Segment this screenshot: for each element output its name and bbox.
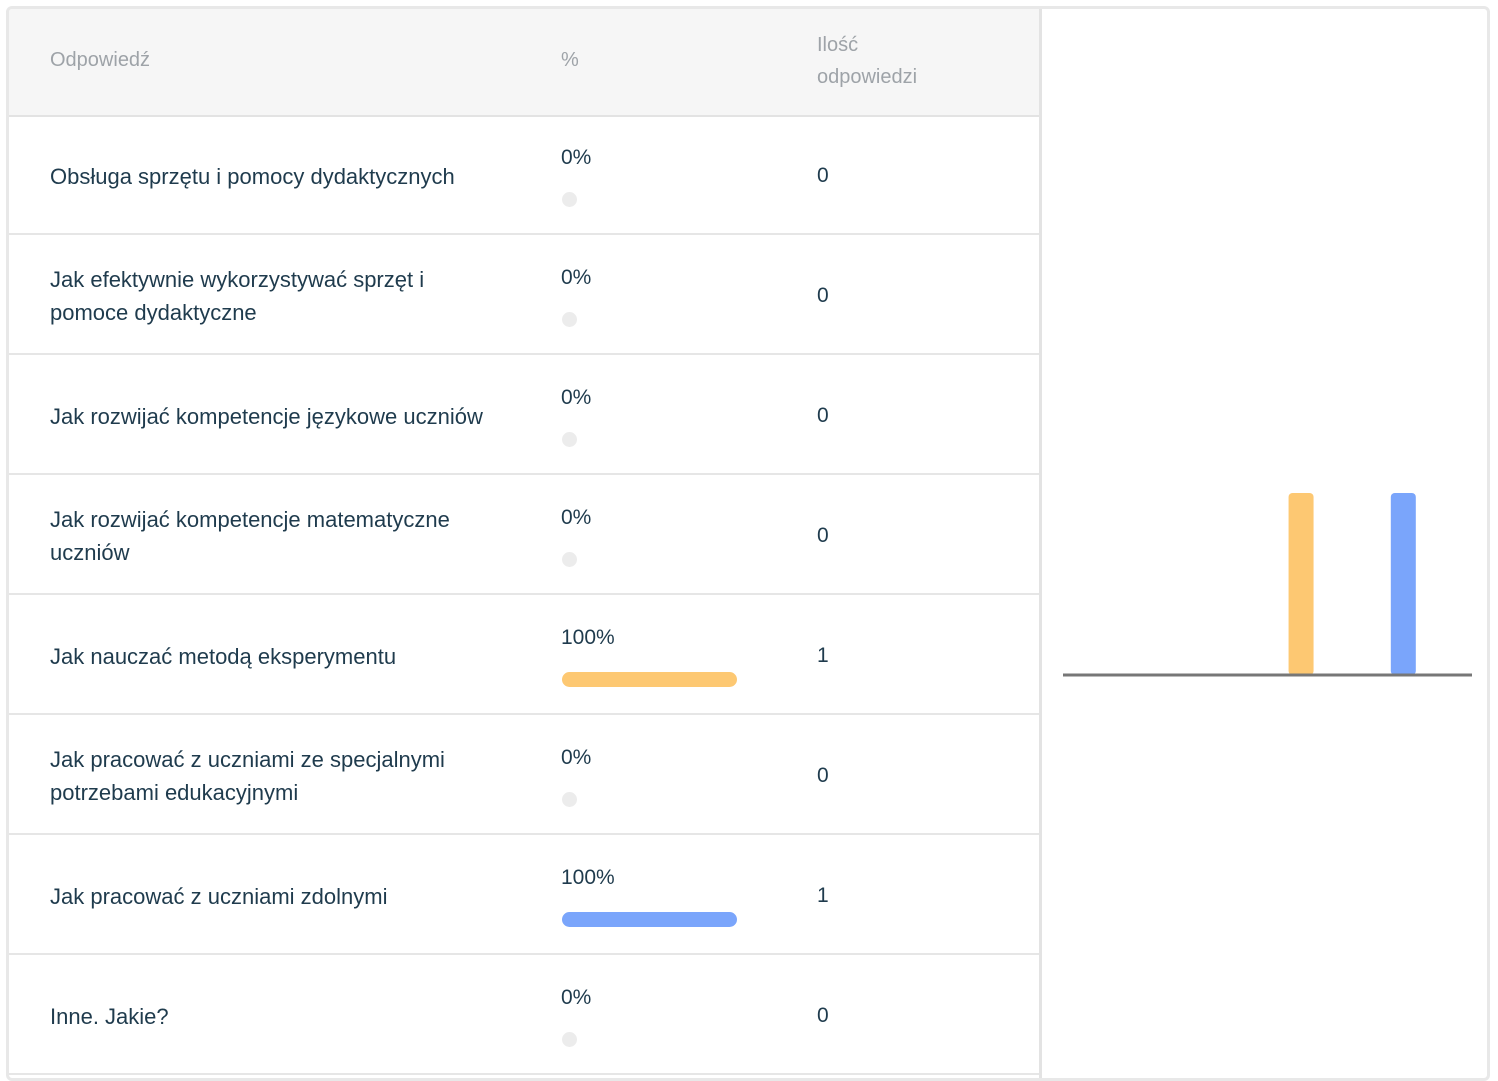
count-value: 0 [817,524,829,547]
header-count: Ilość odpowiedzi [817,29,967,93]
percent-bar [562,912,737,927]
header-answer: Odpowiedź [50,49,151,71]
count-value: 0 [817,404,829,427]
answer-label: Jak rozwijać kompetencje matematyczne uc… [50,507,450,565]
percent-empty-dot [562,552,577,567]
chart-bar [1288,493,1314,675]
percent-bar [562,672,737,687]
percent-empty-dot [562,192,577,207]
count-value: 0 [817,164,829,187]
table-row: Jak rozwijać kompetencje językowe ucznió… [9,357,1039,475]
answer-label: Jak rozwijać kompetencje językowe ucznió… [50,403,483,429]
percent-empty-dot [562,312,577,327]
results-card: Odpowiedź % Ilość odpowiedzi Obsługa spr… [6,6,1490,1081]
table-row: Jak rozwijać kompetencje matematyczne uc… [9,477,1039,595]
percent-empty-dot [562,1032,577,1047]
answer-label: Inne. Jakie? [50,1003,169,1029]
table-row: Jak pracować z uczniami ze specjalnymi p… [9,717,1039,835]
percent-empty-dot [562,432,577,447]
percent-empty-dot [562,792,577,807]
header-count-line1: Ilość [817,34,859,56]
table-row: Inne. Jakie? 0% 0 [9,957,1039,1075]
answer-label: Obsługa sprzętu i pomocy dydaktycznych [50,163,455,189]
header-count-line2: odpowiedzi [817,66,918,88]
percent-label: 100% [561,866,615,889]
count-value: 1 [817,644,829,667]
percent-label: 100% [561,626,615,649]
percent-label: 0% [561,266,592,289]
count-value: 1 [817,884,829,907]
answer-label: Jak efektywnie wykorzystywać sprzęt i po… [50,267,425,325]
table-row: Jak nauczać metodą eksperymentu 100% 1 [9,597,1039,715]
table-header: Odpowiedź % Ilość odpowiedzi [9,9,1039,117]
results-table: Odpowiedź % Ilość odpowiedzi Obsługa spr… [9,9,1042,1078]
count-value: 0 [817,284,829,307]
answer-label: Jak pracować z uczniami zdolnymi [50,883,388,909]
bar-chart [1063,493,1472,677]
percent-label: 0% [561,986,592,1009]
percent-label: 0% [561,146,592,169]
percent-label: 0% [561,506,592,529]
table-row: Obsługa sprzętu i pomocy dydaktycznych 0%… [9,117,1039,235]
percent-label: 0% [561,386,592,409]
table-row: Jak pracować z uczniami zdolnymi 100% 1 [9,837,1039,955]
table-row: Jak efektywnie wykorzystywać sprzęt i po… [9,237,1039,355]
header-percent: % [561,49,579,71]
answer-label: Jak nauczać metodą eksperymentu [50,643,397,669]
chart-panel [1042,9,1487,1078]
count-value: 0 [817,1004,829,1027]
count-value: 0 [817,764,829,787]
answer-label: Jak pracować z uczniami ze specjalnymi p… [50,747,445,805]
percent-label: 0% [561,746,592,769]
chart-bar [1390,493,1416,675]
